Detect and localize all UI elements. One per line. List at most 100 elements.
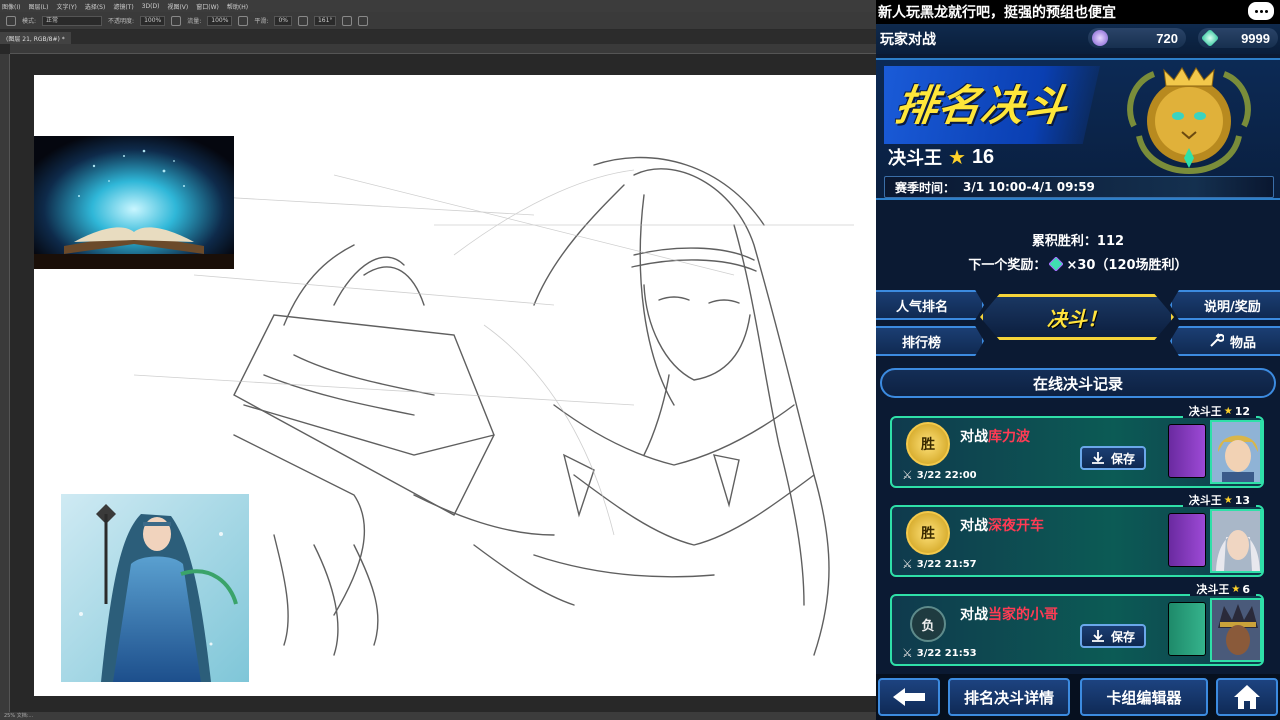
back-button[interactable] [878,678,940,716]
rank-line: 决斗王 ★ 16 [888,144,994,170]
bottom-nav: 排名决斗详情 卡组编辑器 [876,674,1280,720]
menu-type[interactable]: 文字(Y) [56,2,76,11]
popular-ranking-button[interactable]: 人气排名 [876,290,984,320]
save-replay-button[interactable]: 保存 [1080,624,1146,648]
badge-level: 13 [1234,493,1250,507]
opponent-line: 对战库力波 [960,426,1030,446]
total-wins: 累积胜利：112 [1031,234,1125,249]
download-icon [1091,452,1104,464]
ps-options-bar: 模式: 正常 不透明度: 100% 流量: 100% 平滑: 0% 161° [0,12,876,30]
brush-tool-icon[interactable] [6,15,16,26]
vs-prefix: 对战 [960,518,988,534]
info-rewards-label: 说明/奖励 [1204,299,1261,315]
menu-image[interactable]: 图像(I) [2,2,20,11]
leaderboard-button[interactable]: 排行榜 [876,326,984,356]
pressure-opacity-icon[interactable] [171,15,182,26]
star-icon: ★ [1223,494,1233,506]
duel-button[interactable]: 决斗！ [980,294,1174,340]
menu-help[interactable]: 帮助(H) [227,2,248,11]
gem-icon [1049,257,1064,271]
currency-gems: 9999 [1198,28,1278,48]
items-label: 物品 [1230,335,1257,351]
menu-select[interactable]: 选择(S) [85,2,106,11]
result-lose-medal: 负 [910,606,946,642]
ruler-horizontal [10,44,876,54]
orb-icon [1092,30,1108,46]
mode-select[interactable]: 正常 [42,15,103,26]
vs-prefix: 对战 [960,607,988,623]
smooth-label: 平滑: [254,18,269,25]
menu-filter[interactable]: 滤镜(T) [113,2,133,11]
popular-ranking-label: 人气排名 [896,299,949,315]
currency-orbs-value: 720 [1156,30,1178,46]
badge-level: 6 [1242,582,1250,596]
lion-emblem-icon [1114,66,1264,176]
opponent-line: 对战深夜开车 [960,515,1044,535]
duel-record: 决斗王 ★ 6 负 对战当家的小哥 保存 ⚔ 3/22 21:53 [890,582,1264,666]
airbrush-icon[interactable] [238,15,249,26]
opponent-avatar[interactable] [1210,420,1262,484]
duel-time: ⚔ 3/22 21:53 [902,646,977,660]
online-records-header: 在线决斗记录 [880,368,1276,398]
deck-editor-label: 卡组编辑器 [1106,688,1182,707]
star-icon: ★ [948,145,966,169]
pressure-size-icon[interactable] [342,15,353,26]
star-icon: ★ [1231,583,1241,595]
crossed-swords-icon: ⚔ [902,646,913,660]
duel-record: 决斗王 ★ 13 胜 对战深夜开车 ⚔ 3/22 21:57 [890,493,1264,577]
save-label: 保存 [1110,451,1135,466]
ps-status-bar: 25% 文档:... [0,712,876,720]
symmetry-icon[interactable] [358,15,369,26]
menu-view[interactable]: 视图(V) [167,2,188,11]
smooth-field[interactable]: 0% [274,15,292,26]
opponent-avatar[interactable] [1210,509,1262,573]
next-reward: 下一个奖励： ×30（120场胜利） [876,254,1280,273]
banner-title: 排名决斗 [892,81,1072,130]
opponent-line: 对战当家的小哥 [960,604,1058,624]
mode-label: 模式: [22,18,37,25]
info-rewards-button[interactable]: 说明/奖励 [1170,290,1280,320]
flow-field[interactable]: 100% [207,15,233,26]
opacity-field[interactable]: 100% [140,15,166,26]
save-label: 保存 [1110,629,1135,644]
opponent-rank-badge: 决斗王 ★ 13 [1182,493,1256,507]
items-button[interactable]: 物品 [1170,326,1280,356]
ranked-details-label: 排名决斗详情 [963,688,1054,707]
chat-strip: 新人玩黑龙就行吧，挺强的预组也便宜 [876,0,1280,24]
vs-prefix: 对战 [960,429,988,445]
opponent-name[interactable]: 当家的小哥 [988,607,1058,623]
season-label: 赛季时间： [895,180,956,195]
chat-bubble-icon[interactable] [1248,2,1274,20]
duel-button-label: 决斗！ [1047,306,1107,331]
season-value: 3/1 10:00-4/1 09:59 [963,180,1095,194]
menu-layer[interactable]: 图层(L) [28,2,48,11]
save-replay-button[interactable]: 保存 [1080,446,1146,470]
menu-window[interactable]: 窗口(W) [196,2,219,11]
angle-field[interactable]: 161° [313,15,337,26]
opponent-avatar[interactable] [1210,598,1262,662]
opponent-name[interactable]: 深夜开车 [988,518,1044,534]
screen-title: 玩家对战 [880,32,936,48]
badge-level: 12 [1234,404,1250,418]
doc-tab[interactable]: (图层 21, RGB/8#) * [0,32,71,44]
opponent-name[interactable]: 库力波 [988,429,1030,445]
deck-editor-button[interactable]: 卡组编辑器 [1080,678,1208,716]
duel-time-value: 3/22 21:57 [916,558,977,570]
deck-box-icon[interactable] [1168,513,1206,567]
menu-3d[interactable]: 3D(D) [142,3,160,10]
deck-box-icon[interactable] [1168,424,1206,478]
result-win-medal: 胜 [906,511,950,555]
crossed-swords-icon: ⚔ [902,557,913,571]
crossed-swords-icon: ⚔ [902,468,913,482]
game-window: 新人玩黑龙就行吧，挺强的预组也便宜 玩家对战 720 9999 排名决斗 决斗王… [876,0,1280,720]
duel-time: ⚔ 3/22 22:00 [902,468,977,482]
flow-label: 流量: [187,18,202,25]
home-button[interactable] [1216,678,1278,716]
gear-icon[interactable] [297,15,308,26]
ranked-banner: 排名决斗 决斗王 ★ 16 赛季时间： 3/1 10:00-4/1 09:59 [876,58,1280,200]
ranked-details-button[interactable]: 排名决斗详情 [948,678,1070,716]
rank-name: 决斗王 [888,148,942,169]
leaderboard-label: 排行榜 [902,335,942,351]
badge-rank: 决斗王 [1188,405,1222,418]
deck-box-icon[interactable] [1168,602,1206,656]
